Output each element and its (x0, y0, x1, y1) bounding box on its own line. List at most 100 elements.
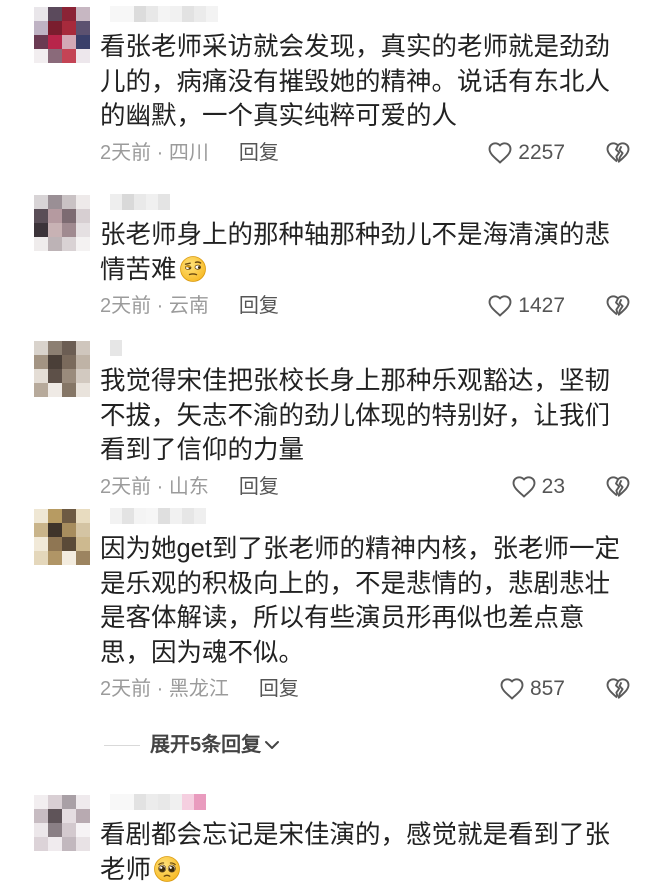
reply-button[interactable]: 回复 (239, 142, 279, 164)
mosaic-tile (48, 7, 62, 21)
user-avatar[interactable] (34, 341, 90, 397)
mosaic-tile (158, 508, 170, 524)
dislike-button[interactable] (605, 294, 631, 318)
comment-text-line: 看张老师采访就会发现，真实的老师就是劲劲 (100, 33, 611, 61)
mosaic-tile (48, 837, 62, 851)
username-redacted[interactable] (110, 194, 170, 210)
mosaic-tile (34, 49, 48, 63)
comment-time-location: 2天前 · 山东 (100, 475, 209, 498)
comment-text-segment: 情苦难 (100, 255, 177, 284)
heart-icon (487, 141, 513, 165)
mosaic-tile (48, 537, 62, 551)
reply-button[interactable]: 回复 (259, 678, 299, 700)
mosaic-tile (134, 794, 146, 810)
comment-meta: 2天前 · 云南 回复 1427 (100, 289, 640, 324)
mosaic-tile (48, 795, 62, 809)
mosaic-tile (146, 508, 158, 524)
like-count: 2257 (518, 140, 565, 164)
mosaic-tile (146, 794, 158, 810)
skeptical-face-emoji (179, 255, 207, 283)
comment-text-line: 看剧都会忘记是宋佳演的，感觉就是看到了张 (100, 821, 611, 849)
mosaic-tile (48, 383, 62, 397)
comment-meta: 2天前 · 山东 回复 23 (100, 470, 640, 505)
mosaic-tile (110, 6, 122, 22)
mosaic-tile (62, 21, 76, 35)
mosaic-tile (62, 35, 76, 49)
mosaic-tile (170, 794, 182, 810)
mosaic-tile (76, 209, 90, 223)
mosaic-tile (62, 355, 76, 369)
comment-text-line: 情苦难 (100, 253, 640, 288)
mosaic-tile (62, 795, 76, 809)
mosaic-tile (110, 794, 122, 810)
user-avatar[interactable] (34, 195, 90, 251)
mosaic-tile (34, 35, 48, 49)
comment-time-location: 2天前 · 四川 (100, 141, 209, 164)
like-button[interactable]: 1427 (487, 289, 565, 324)
like-button[interactable]: 23 (511, 470, 565, 505)
username-redacted[interactable] (110, 340, 122, 356)
mosaic-tile (34, 21, 48, 35)
dislike-button[interactable] (605, 677, 631, 701)
mosaic-tile (76, 7, 90, 21)
comment-text-segment: 老师 (100, 855, 152, 884)
mosaic-tile (48, 21, 62, 35)
mosaic-tile (62, 195, 76, 209)
mosaic-tile (170, 6, 182, 22)
mosaic-tile (62, 823, 76, 837)
mosaic-tile (34, 509, 48, 523)
mosaic-tile (34, 809, 48, 823)
mosaic-tile (48, 509, 62, 523)
comment-item: 看剧都会忘记是宋佳演的，感觉就是看到了张 老师 (0, 794, 660, 884)
comment-body: 张老师身上的那种轴那种劲儿不是海清演的悲 情苦难 2天前 · 云南 回复 1427 (100, 218, 640, 324)
username-redacted[interactable] (110, 508, 206, 524)
mosaic-tile (34, 7, 48, 21)
expand-replies-button[interactable]: 展开5条回复 (104, 732, 280, 758)
user-avatar[interactable] (34, 509, 90, 565)
user-avatar[interactable] (34, 795, 90, 851)
dislike-button[interactable] (605, 141, 631, 165)
mosaic-tile (76, 551, 90, 565)
mosaic-tile (76, 223, 90, 237)
reply-button[interactable]: 回复 (239, 295, 279, 317)
dislike-button[interactable] (605, 475, 631, 499)
mosaic-tile (48, 341, 62, 355)
mosaic-tile (182, 508, 194, 524)
mosaic-tile (62, 209, 76, 223)
mosaic-tile (194, 508, 206, 524)
comment-text-line: 的幽默，一个真实纯粹可爱的人 (100, 102, 458, 130)
comment-time-location: 2天前 · 云南 (100, 295, 209, 317)
username-redacted[interactable] (110, 6, 218, 22)
mosaic-tile (122, 794, 134, 810)
like-button[interactable]: 857 (499, 672, 565, 707)
like-count: 1427 (518, 294, 565, 317)
reply-button[interactable]: 回复 (239, 476, 279, 498)
mosaic-tile (76, 237, 90, 251)
comment-text-line: 思，因为魂不似。 (100, 638, 305, 667)
broken-heart-icon (605, 141, 631, 165)
mosaic-tile (76, 369, 90, 383)
username-redacted[interactable] (110, 794, 206, 810)
mosaic-tile (76, 795, 90, 809)
mosaic-tile (194, 6, 206, 22)
comment-body: 看张老师采访就会发现，真实的老师就是劲劲 儿的，病痛没有摧毁她的精神。说话有东北… (100, 30, 640, 170)
mosaic-tile (76, 809, 90, 823)
mosaic-tile (76, 523, 90, 537)
mosaic-tile (122, 194, 134, 210)
mosaic-tile (76, 383, 90, 397)
mosaic-tile (182, 794, 194, 810)
mosaic-tile (48, 237, 62, 251)
user-avatar[interactable] (34, 7, 90, 63)
mosaic-tile (48, 209, 62, 223)
mosaic-tile (76, 195, 90, 209)
heart-icon (511, 475, 537, 499)
mosaic-tile (62, 537, 76, 551)
comment-item: 看张老师采访就会发现，真实的老师就是劲劲 儿的，病痛没有摧毁她的精神。说话有东北… (0, 6, 660, 164)
mosaic-tile (76, 537, 90, 551)
mosaic-tile (34, 369, 48, 383)
comment-meta: 2天前 · 四川 回复 2257 (100, 136, 640, 171)
mosaic-tile (48, 809, 62, 823)
like-button[interactable]: 2257 (487, 136, 565, 171)
mosaic-tile (146, 194, 158, 210)
mosaic-tile (158, 794, 170, 810)
